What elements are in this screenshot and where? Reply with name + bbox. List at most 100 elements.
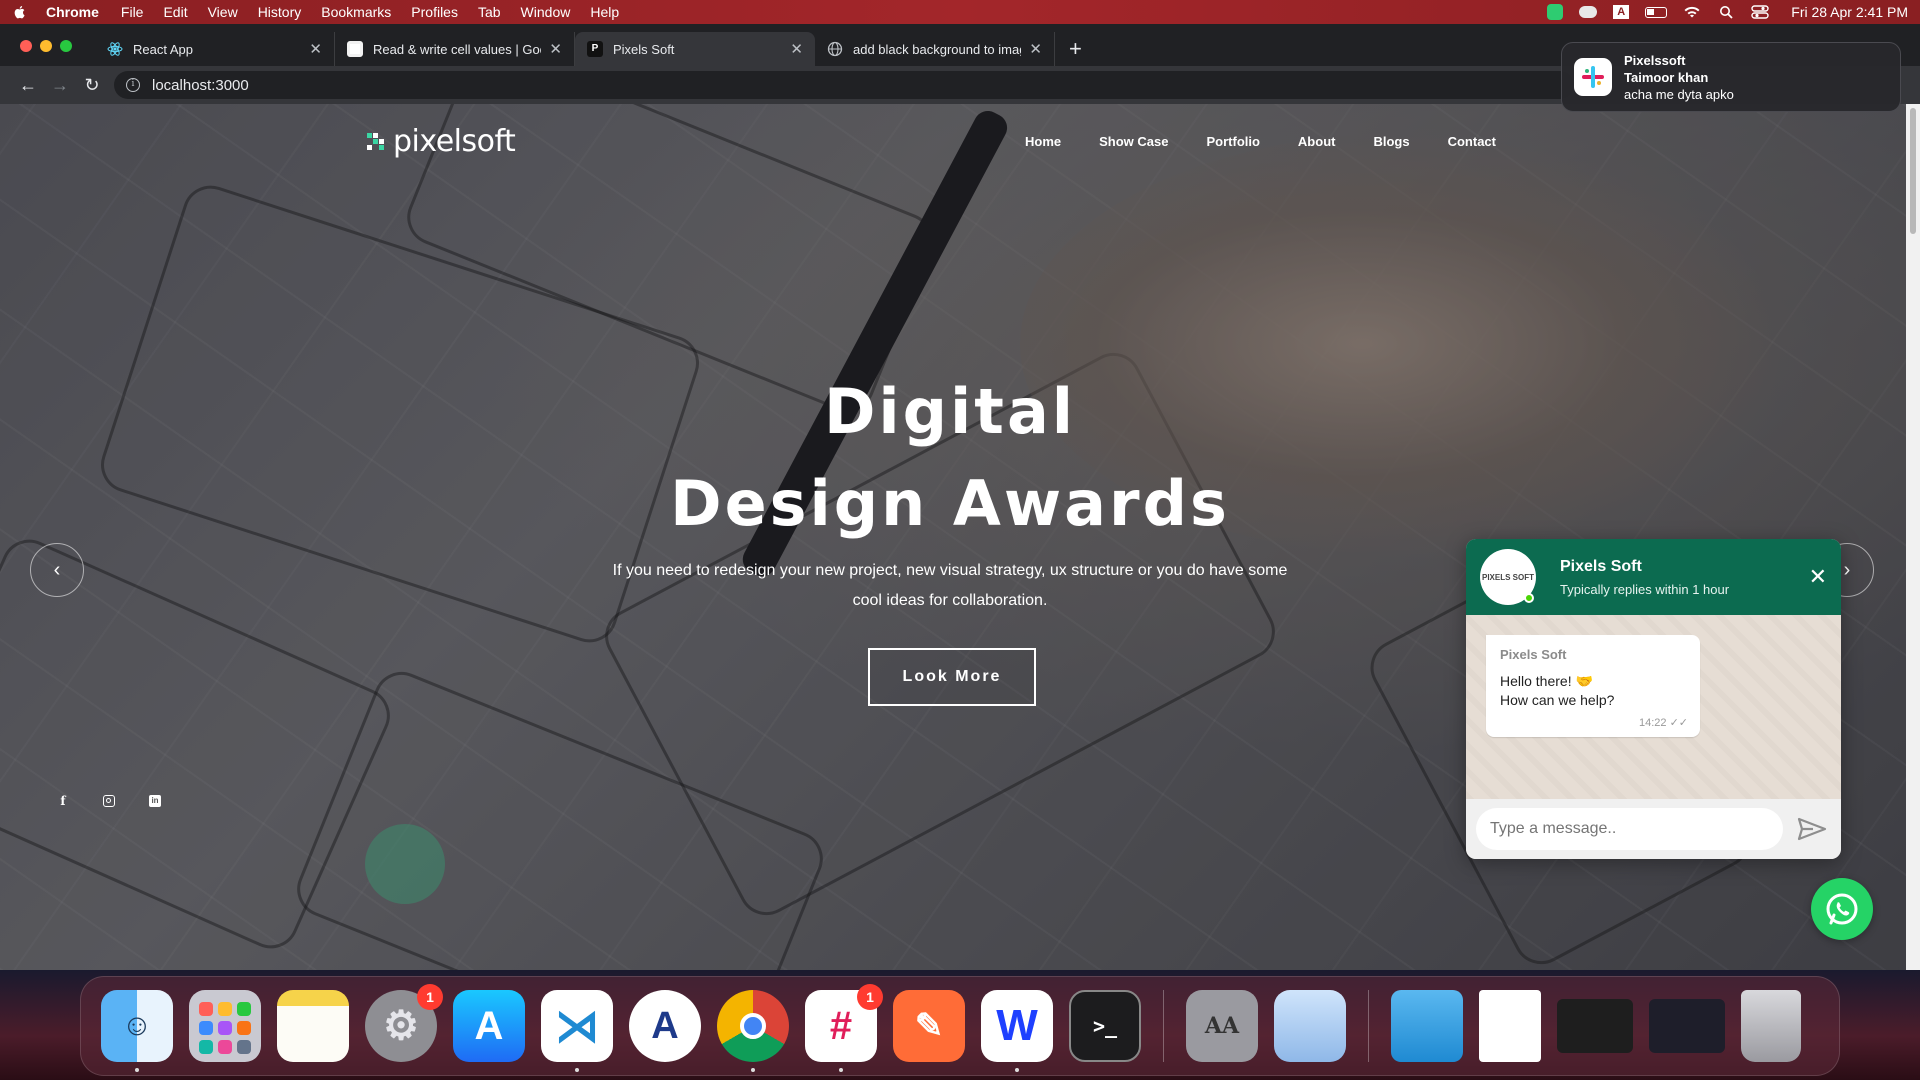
- close-tab-icon[interactable]: ✕: [790, 40, 803, 58]
- sheets-icon: [347, 41, 363, 57]
- downloads-folder-icon[interactable]: [1391, 990, 1463, 1062]
- slack-icon[interactable]: # 1: [805, 984, 883, 1072]
- nav-about[interactable]: About: [1298, 134, 1336, 149]
- finder-icon[interactable]: ☺: [101, 990, 173, 1072]
- whatsapp-chat-widget: PIXELS SOFT Pixels Soft Typically replie…: [1466, 539, 1841, 859]
- nav-contact[interactable]: Contact: [1448, 134, 1496, 149]
- vscode-window-thumbnail[interactable]: [1557, 999, 1633, 1053]
- active-app-name[interactable]: Chrome: [46, 4, 99, 20]
- tab-title: React App: [133, 41, 193, 57]
- notes-icon[interactable]: [277, 990, 349, 1062]
- menu-profiles[interactable]: Profiles: [411, 4, 458, 20]
- message-line-2: How can we help?: [1500, 692, 1615, 708]
- decorative-blob: [365, 824, 445, 904]
- contact-name: Pixels Soft: [1560, 557, 1642, 575]
- minimize-window-button[interactable]: [40, 40, 52, 52]
- forward-arrow-icon[interactable]: →: [44, 75, 76, 96]
- menu-window[interactable]: Window: [521, 4, 571, 20]
- instagram-icon[interactable]: [94, 786, 124, 816]
- site-navigation: Home Show Case Portfolio About Blogs Con…: [1025, 134, 1534, 149]
- control-center-icon[interactable]: [1751, 5, 1769, 19]
- whatsapp-launcher-button[interactable]: [1811, 878, 1873, 940]
- system-settings-icon[interactable]: ⚙ 1: [365, 984, 443, 1062]
- webstorm-icon[interactable]: W: [981, 990, 1053, 1072]
- whatsapp-contact-info: Pixels Soft Typically replies within 1 h…: [1560, 558, 1729, 597]
- menu-view[interactable]: View: [208, 4, 238, 20]
- app-store-icon[interactable]: A: [453, 990, 525, 1062]
- battery-icon[interactable]: [1645, 6, 1668, 18]
- contact-status: Typically replies within 1 hour: [1560, 581, 1730, 597]
- chrome-icon[interactable]: [717, 990, 789, 1072]
- url-text[interactable]: localhost:3000: [152, 77, 249, 94]
- globe-icon: [827, 41, 843, 57]
- zoom-window-button[interactable]: [60, 40, 72, 52]
- page-scrollbar[interactable]: [1906, 104, 1920, 970]
- menu-edit[interactable]: Edit: [163, 4, 187, 20]
- launchpad-icon[interactable]: [189, 990, 261, 1062]
- wifi-icon[interactable]: [1683, 5, 1701, 19]
- new-tab-button[interactable]: +: [1069, 32, 1082, 66]
- postman-icon[interactable]: ✎: [893, 990, 965, 1062]
- address-bar[interactable]: i localhost:3000: [114, 71, 1574, 99]
- terminal-icon[interactable]: >_: [1069, 990, 1141, 1062]
- message-bubble: Pixels Soft Hello there! 🤝 How can we he…: [1486, 635, 1700, 737]
- site-logo[interactable]: pixelsoft: [367, 124, 516, 159]
- nav-portfolio[interactable]: Portfolio: [1206, 134, 1259, 149]
- tab-title: add black background to image: [853, 41, 1022, 57]
- tab-pixels-soft[interactable]: P Pixels Soft ✕: [575, 32, 815, 66]
- menu-tab[interactable]: Tab: [478, 4, 501, 20]
- look-more-button[interactable]: Look More: [868, 648, 1036, 706]
- cloud-sync-icon[interactable]: [1579, 6, 1598, 18]
- input-source-icon[interactable]: A: [1613, 5, 1630, 19]
- message-sender: Pixels Soft: [1500, 647, 1567, 662]
- font-book-icon[interactable]: AA: [1186, 990, 1258, 1062]
- trash-icon[interactable]: [1741, 990, 1801, 1062]
- close-tab-icon[interactable]: ✕: [549, 40, 562, 58]
- vpn-status-icon[interactable]: [1547, 4, 1564, 20]
- spotlight-search-icon[interactable]: [1717, 5, 1735, 19]
- tab-google-sheets-docs[interactable]: Read & write cell values | Goo ✕: [335, 32, 575, 66]
- preview-icon[interactable]: [1274, 990, 1346, 1062]
- menu-help[interactable]: Help: [590, 4, 619, 20]
- menu-clock[interactable]: Fri 28 Apr 2:41 PM: [1791, 4, 1908, 20]
- close-window-button[interactable]: [20, 40, 32, 52]
- apple-icon[interactable]: [12, 4, 28, 20]
- slack-notification[interactable]: Pixelssoft Taimoor khan acha me dyta apk…: [1561, 42, 1901, 112]
- back-arrow-icon[interactable]: ←: [12, 75, 44, 96]
- status-area: A Fri 28 Apr 2:41 PM: [1547, 4, 1908, 20]
- message-input[interactable]: [1476, 808, 1783, 850]
- menu-history[interactable]: History: [258, 4, 302, 20]
- menu-bookmarks[interactable]: Bookmarks: [321, 4, 391, 20]
- message-line-1: Hello there! 🤝: [1500, 673, 1593, 689]
- facebook-icon[interactable]: f: [48, 786, 78, 816]
- close-tab-icon[interactable]: ✕: [309, 40, 322, 58]
- tab-add-black-background[interactable]: add black background to image ✕: [815, 32, 1055, 66]
- vscode-icon[interactable]: ⋊: [541, 990, 613, 1072]
- nav-blogs[interactable]: Blogs: [1373, 134, 1409, 149]
- scrollbar-thumb[interactable]: [1910, 108, 1916, 234]
- hero-subtitle: If you need to redesign your new project…: [612, 562, 1288, 609]
- send-icon[interactable]: [1791, 809, 1831, 849]
- running-indicator: [751, 1068, 755, 1072]
- menu-file[interactable]: File: [121, 4, 144, 20]
- hero-title: Digital Design Awards: [560, 366, 1340, 550]
- tab-react-app[interactable]: React App ✕: [95, 32, 335, 66]
- nav-home[interactable]: Home: [1025, 134, 1061, 149]
- linkedin-icon[interactable]: in: [140, 786, 170, 816]
- close-icon[interactable]: ✕: [1809, 564, 1827, 590]
- site-info-icon[interactable]: i: [126, 78, 140, 92]
- close-tab-icon[interactable]: ✕: [1029, 40, 1042, 58]
- running-indicator: [575, 1068, 579, 1072]
- dock-separator: [1368, 990, 1369, 1062]
- window-controls: [20, 40, 72, 52]
- reload-icon[interactable]: ↻: [76, 75, 108, 96]
- android-studio-icon[interactable]: A: [629, 990, 701, 1062]
- document-icon[interactable]: [1479, 990, 1541, 1062]
- carousel-prev-button[interactable]: ‹: [30, 543, 84, 597]
- nav-show-case[interactable]: Show Case: [1099, 134, 1168, 149]
- slack-icon: [1574, 58, 1612, 96]
- slack-window-thumbnail[interactable]: [1649, 999, 1725, 1053]
- hero-title-line-1: Digital: [823, 375, 1077, 448]
- dock-separator: [1163, 990, 1164, 1062]
- notification-app: Pixelssoft: [1624, 52, 1686, 68]
